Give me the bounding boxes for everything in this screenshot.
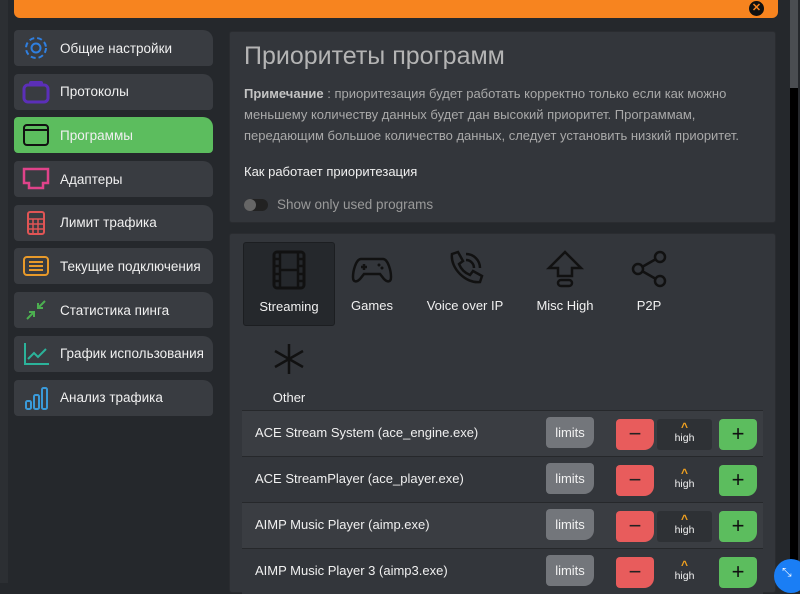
sidebar-item-current-connections[interactable]: Текущие подключения xyxy=(14,248,213,285)
sidebar-item-usage-chart[interactable]: График использования xyxy=(14,335,213,372)
priority-label: high xyxy=(674,478,695,490)
tab-voip[interactable]: Voice over IP xyxy=(419,242,511,326)
chevron-up-icon: ^ xyxy=(680,512,688,526)
tab-misc-high[interactable]: Misc High xyxy=(519,242,611,326)
program-name: AIMP Music Player 3 (aimp3.exe) xyxy=(255,563,448,578)
limits-button[interactable]: limits xyxy=(546,463,594,494)
tab-other[interactable]: Other xyxy=(243,334,335,418)
sidebar-item-adapters[interactable]: Адаптеры xyxy=(14,161,213,198)
priority-indicator: ^ high xyxy=(657,419,712,450)
program-name: AIMP Music Player (aimp.exe) xyxy=(255,517,430,532)
arrow-up-icon xyxy=(545,250,585,288)
sidebar-item-programs[interactable]: Программы xyxy=(14,117,213,154)
arrows-in-icon xyxy=(26,300,46,320)
tab-label: Games xyxy=(351,298,393,313)
window-icon xyxy=(23,124,49,147)
sidebar-item-traffic-analysis[interactable]: Анализ трафика xyxy=(14,379,213,416)
priority-label: high xyxy=(674,432,695,444)
calculator-icon xyxy=(27,210,45,235)
tab-p2p[interactable]: P2P xyxy=(603,242,695,326)
window-edge xyxy=(0,0,8,583)
chevron-up-icon: ^ xyxy=(680,420,688,434)
note-label: Примечание xyxy=(244,86,324,101)
list-icon xyxy=(23,256,49,277)
toggle-switch[interactable] xyxy=(244,198,268,211)
decrease-priority-button[interactable]: − xyxy=(616,465,654,496)
increase-priority-button[interactable]: + xyxy=(719,465,757,496)
sidebar-item-label: Лимит трафика xyxy=(60,215,157,231)
priority-label: high xyxy=(674,570,695,582)
program-name: ACE Stream System (ace_engine.exe) xyxy=(255,425,479,440)
sidebar-item-label: Текущие подключения xyxy=(60,258,201,274)
gamepad-icon xyxy=(351,257,393,283)
tab-label: Other xyxy=(272,390,306,405)
table-row: ACE StreamPlayer (ace_player.exe) limits… xyxy=(242,456,763,502)
increase-priority-button[interactable]: + xyxy=(719,511,757,542)
priority-indicator: ^ high xyxy=(657,557,712,588)
increase-priority-button[interactable]: + xyxy=(719,419,757,450)
tab-label: P2P xyxy=(636,298,662,313)
page-title: Приоритеты программ xyxy=(244,42,505,70)
close-icon[interactable]: ✕ xyxy=(749,1,764,16)
chevron-up-icon: ^ xyxy=(680,558,688,572)
decrease-priority-button[interactable]: − xyxy=(616,557,654,588)
bar-chart-icon xyxy=(25,386,48,410)
toggle-label: Show only used programs xyxy=(277,197,434,212)
note: Примечание : приоритезация будет работат… xyxy=(244,83,761,146)
gear-icon xyxy=(25,37,47,59)
priority-indicator: ^ high xyxy=(657,511,712,542)
tab-streaming[interactable]: Streaming xyxy=(243,242,335,326)
tab-label: Streaming xyxy=(259,299,319,314)
tab-games[interactable]: Games xyxy=(326,242,418,326)
chart-line-icon xyxy=(24,342,49,365)
sidebar-item-ping-stats[interactable]: Статистика пинга xyxy=(14,292,213,329)
sidebar-item-label: Адаптеры xyxy=(60,171,123,187)
chevron-up-icon: ^ xyxy=(680,466,688,480)
phone-call-icon xyxy=(450,250,484,284)
program-name: ACE StreamPlayer (ace_player.exe) xyxy=(255,471,464,486)
priority-indicator: ^ high xyxy=(657,465,712,496)
increase-priority-button[interactable]: + xyxy=(719,557,757,588)
decrease-priority-button[interactable]: − xyxy=(616,511,654,542)
share-icon xyxy=(631,250,667,288)
how-prioritization-works-link[interactable]: Как работает приоритезация xyxy=(244,164,761,179)
decrease-priority-button[interactable]: − xyxy=(616,419,654,450)
sidebar-item-label: График использования xyxy=(60,346,204,362)
sidebar-item-general-settings[interactable]: Общие настройки xyxy=(14,30,213,66)
table-row: AIMP Music Player (aimp.exe) limits − ^ h… xyxy=(242,502,763,548)
notification-bar: ✕ xyxy=(14,0,778,18)
sidebar-item-label: Программы xyxy=(60,127,133,143)
tab-label: Voice over IP xyxy=(426,298,504,313)
priority-label: high xyxy=(674,524,695,536)
limits-button[interactable]: limits xyxy=(546,555,594,586)
sidebar-item-traffic-limit[interactable]: Лимит трафика xyxy=(14,204,213,241)
ethernet-port-icon xyxy=(22,167,50,190)
protocols-icon xyxy=(22,80,50,104)
film-icon xyxy=(272,250,306,290)
sidebar-item-label: Протоколы xyxy=(60,84,129,100)
scrollbar-thumb[interactable] xyxy=(790,0,798,88)
asterisk-icon xyxy=(274,344,304,374)
show-used-toggle[interactable]: Show only used programs xyxy=(244,197,761,212)
sidebar-item-label: Общие настройки xyxy=(60,40,173,56)
table-row: AIMP Music Player 3 (aimp3.exe) limits −… xyxy=(242,548,763,594)
expand-icon[interactable]: ⤡ xyxy=(774,559,800,593)
sidebar-item-label: Анализ трафика xyxy=(60,390,163,405)
limits-button[interactable]: limits xyxy=(546,417,594,448)
sidebar-item-label: Статистика пинга xyxy=(60,302,170,318)
tab-label: Misc High xyxy=(536,298,594,313)
sidebar: Общие настройки Протоколы Программы Адап… xyxy=(14,30,213,423)
sidebar-item-protocols[interactable]: Протоколы xyxy=(14,73,213,110)
table-row: ACE Stream System (ace_engine.exe) limit… xyxy=(242,410,763,456)
info-panel: Приоритеты программ Примечание : приорит… xyxy=(229,31,776,223)
programs-panel: Streaming Games Voice over IP Misc High … xyxy=(229,233,776,594)
program-list: ACE Stream System (ace_engine.exe) limit… xyxy=(242,410,763,594)
limits-button[interactable]: limits xyxy=(546,509,594,540)
scrollbar[interactable] xyxy=(790,0,798,583)
